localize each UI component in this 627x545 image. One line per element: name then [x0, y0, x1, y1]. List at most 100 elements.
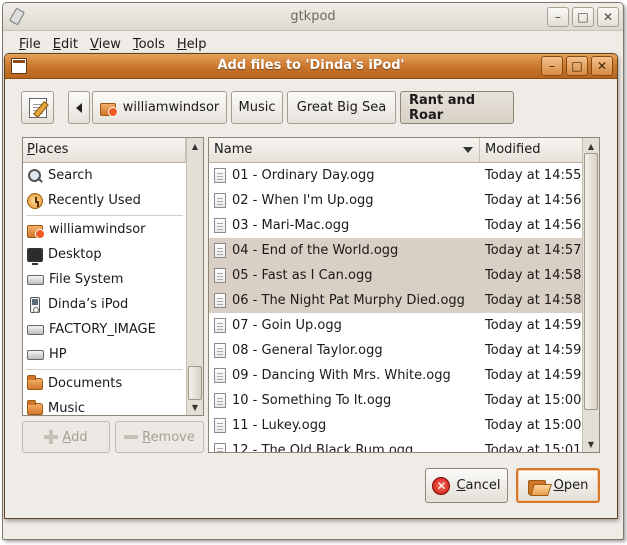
files-scroll-up[interactable]: ▲	[584, 139, 598, 153]
places-scroll-down[interactable]: ▼	[188, 400, 202, 414]
place-item[interactable]: Music	[23, 396, 186, 416]
places-scroll-thumb[interactable]	[188, 366, 202, 400]
menu-label: iew	[98, 36, 121, 52]
place-item[interactable]: Dinda’s iPod	[23, 292, 186, 317]
sort-descending-icon	[463, 147, 473, 153]
file-row[interactable]: 10 - Something To It.ogg Today at 15:00	[209, 388, 583, 413]
audio-file-icon	[214, 343, 226, 358]
audio-file-icon	[214, 293, 226, 308]
main-close-button[interactable]: ✕	[597, 7, 619, 27]
dialog-title: Add files to 'Dinda's iPod'	[217, 58, 405, 73]
cancel-button[interactable]: ✕ Cancel	[425, 468, 508, 503]
place-item[interactable]: Desktop	[23, 242, 186, 267]
file-row[interactable]: 08 - General Taylor.ogg Today at 14:59	[209, 338, 583, 363]
place-item[interactable]: HP	[23, 342, 186, 367]
audio-file-icon	[214, 243, 226, 258]
file-row[interactable]: 01 - Ordinary Day.ogg Today at 14:55	[209, 163, 583, 188]
audio-file-icon	[214, 193, 226, 208]
file-row[interactable]: 12 - The Old Black Rum.ogg Today at 15:01	[209, 438, 583, 452]
path-crumb-rant-and-roar[interactable]: Rant and Roar	[400, 91, 514, 124]
place-item[interactable]: File System	[23, 267, 186, 292]
file-name: 02 - When I'm Up.ogg	[232, 193, 374, 208]
dialog-minimize-button[interactable]: –	[541, 56, 563, 76]
dialog-titlebar[interactable]: Add files to 'Dinda's iPod' – □ ✕	[5, 54, 617, 79]
file-row[interactable]: 05 - Fast as I Can.ogg Today at 14:58	[209, 263, 583, 288]
file-name: 11 - Lukey.ogg	[232, 418, 327, 433]
file-row[interactable]: 06 - The Night Pat Murphy Died.ogg Today …	[209, 288, 583, 313]
file-name-cell: 06 - The Night Pat Murphy Died.ogg	[209, 293, 480, 308]
minus-icon	[124, 435, 139, 439]
place-label: Desktop	[48, 247, 102, 262]
file-row[interactable]: 02 - When I'm Up.ogg Today at 14:56	[209, 188, 583, 213]
open-folder-icon	[527, 478, 548, 495]
place-item[interactable]: Recently Used	[23, 188, 186, 213]
place-item[interactable]: williamwindsor	[23, 217, 186, 242]
file-row[interactable]: 09 - Dancing With Mrs. White.ogg Today at…	[209, 363, 583, 388]
file-row[interactable]: 03 - Mari-Mac.ogg Today at 14:56	[209, 213, 583, 238]
file-name-cell: 04 - End of the World.ogg	[209, 243, 480, 258]
file-modified: Today at 14:56	[485, 193, 582, 208]
remove-bookmark-button[interactable]: Remove	[115, 421, 204, 453]
menu-item[interactable]: View	[85, 34, 126, 55]
path-crumb-music[interactable]: Music	[231, 91, 283, 124]
file-modified: Today at 14:56	[485, 218, 582, 233]
file-modified: Today at 14:59	[485, 318, 582, 333]
modified-column-header[interactable]: Modified	[480, 138, 583, 162]
remove-label: emove	[150, 429, 195, 445]
files-scroll-down[interactable]: ▼	[584, 437, 598, 451]
file-row[interactable]: 04 - End of the World.ogg Today at 14:57	[209, 238, 583, 263]
dialog-close-button[interactable]: ✕	[591, 56, 613, 76]
menu-item[interactable]: Tools	[128, 34, 170, 55]
main-minimize-button[interactable]: –	[547, 7, 569, 27]
file-modified: Today at 14:55	[485, 168, 582, 183]
file-name: 05 - Fast as I Can.ogg	[232, 268, 373, 283]
places-scrollbar[interactable]: ▲ ▼	[186, 138, 203, 415]
files-scrollbar[interactable]: ▲ ▼	[582, 138, 599, 452]
open-label: pen	[563, 478, 589, 493]
open-button[interactable]: Open	[516, 468, 600, 503]
file-row[interactable]: 11 - Lukey.ogg Today at 15:00	[209, 413, 583, 438]
cancel-label: ancel	[465, 478, 501, 493]
path-scroll-left-button[interactable]	[68, 91, 90, 124]
files-list: 01 - Ordinary Day.ogg Today at 14:55 02 - …	[209, 163, 583, 452]
menu-label: elp	[186, 36, 207, 52]
menu-mnemonic: E	[52, 36, 61, 52]
file-row[interactable]: 07 - Goin Up.ogg Today at 14:59	[209, 313, 583, 338]
path-crumb-label: Music	[238, 100, 276, 115]
places-column-header[interactable]: Places	[23, 138, 186, 163]
cancel-mnemonic: C	[456, 478, 466, 493]
places-scroll-up[interactable]: ▲	[188, 139, 202, 153]
place-label: HP	[49, 347, 67, 362]
audio-file-icon	[214, 168, 226, 183]
file-name-cell: 09 - Dancing With Mrs. White.ogg	[209, 368, 480, 383]
drive-icon	[27, 349, 44, 360]
main-maximize-button[interactable]: □	[572, 7, 594, 27]
files-scroll-thumb[interactable]	[584, 153, 598, 410]
dialog-maximize-button[interactable]: □	[566, 56, 588, 76]
path-crumb-home[interactable]: williamwindsor	[92, 91, 227, 124]
menu-item[interactable]: Edit	[48, 34, 83, 55]
main-titlebar[interactable]: gtkpod – □ ✕	[3, 3, 623, 31]
folder-icon	[27, 374, 43, 390]
file-name-cell: 05 - Fast as I Can.ogg	[209, 268, 480, 283]
menu-item[interactable]: Help	[172, 34, 212, 55]
name-column-header[interactable]: Name	[209, 138, 480, 162]
path-crumb-great-big-sea[interactable]: Great Big Sea	[287, 91, 396, 124]
place-item[interactable]: Search	[23, 163, 186, 188]
name-column-label: Name	[214, 142, 253, 157]
file-modified: Today at 14:59	[485, 343, 582, 358]
file-modified: Today at 14:59	[485, 368, 582, 383]
add-label: dd	[71, 429, 88, 445]
file-modified: Today at 14:58	[485, 268, 582, 283]
edit-location-icon	[28, 97, 47, 118]
type-location-button[interactable]	[21, 91, 54, 124]
audio-file-icon	[214, 393, 226, 408]
add-bookmark-button[interactable]: Add	[22, 421, 110, 453]
place-item[interactable]: Documents	[23, 371, 186, 396]
place-label: Music	[48, 401, 85, 416]
file-name-cell: 11 - Lukey.ogg	[209, 418, 480, 433]
menu-item[interactable]: File	[14, 34, 46, 55]
place-item[interactable]: FACTORY_IMAGE	[23, 317, 186, 342]
place-label: Documents	[48, 376, 123, 391]
home-folder-icon	[27, 222, 45, 239]
